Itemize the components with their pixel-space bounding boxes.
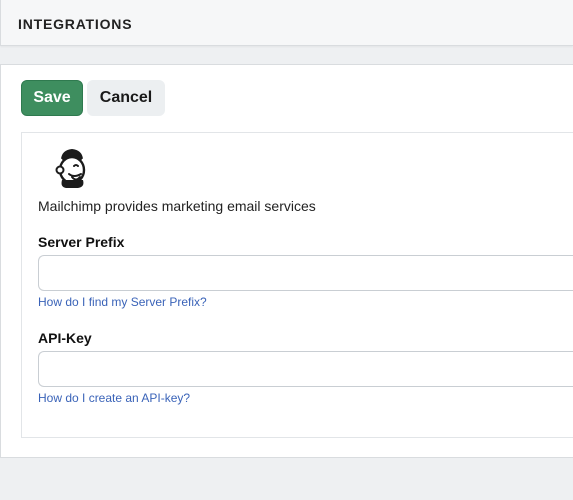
mailchimp-integration-card: Mailchimp provides marketing email servi… xyxy=(21,132,573,438)
server-prefix-input[interactable] xyxy=(38,255,573,291)
api-key-label: API-Key xyxy=(38,330,92,346)
mailchimp-freddie-icon xyxy=(55,149,86,188)
integration-description: Mailchimp provides marketing email servi… xyxy=(38,198,316,214)
api-key-help-link[interactable]: How do I create an API-key? xyxy=(38,391,190,405)
api-key-input[interactable] xyxy=(38,351,573,387)
page-header: INTEGRATIONS xyxy=(0,0,573,46)
server-prefix-help-link[interactable]: How do I find my Server Prefix? xyxy=(38,295,207,309)
page-title: INTEGRATIONS xyxy=(18,16,133,32)
integration-panel: Save Cancel Mailchimp provides marketing… xyxy=(0,64,573,458)
save-button[interactable]: Save xyxy=(21,80,83,116)
server-prefix-label: Server Prefix xyxy=(38,234,125,250)
cancel-button[interactable]: Cancel xyxy=(87,80,165,116)
